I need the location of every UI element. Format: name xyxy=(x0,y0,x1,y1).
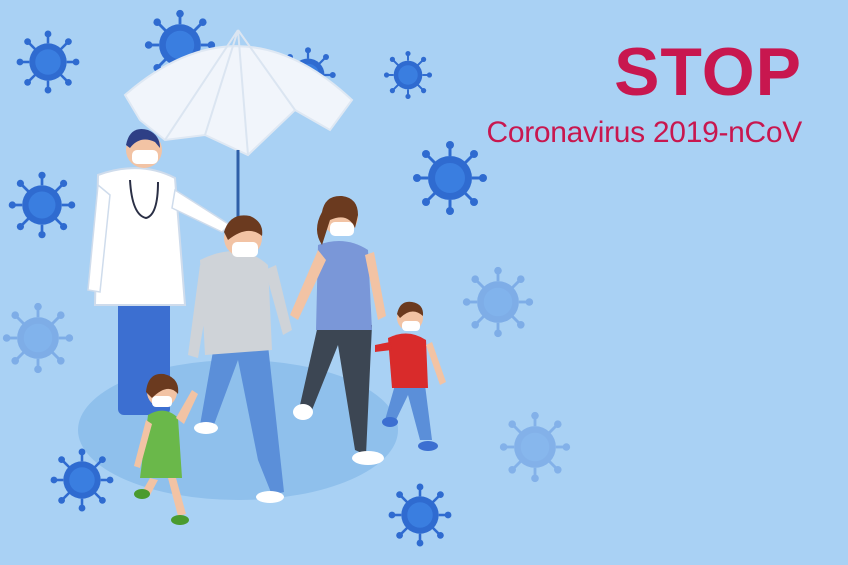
virus-icon xyxy=(411,139,489,217)
virus-icon xyxy=(387,482,453,548)
virus-icon xyxy=(7,170,77,240)
virus-icon xyxy=(49,447,115,513)
headline: STOP Coronavirus 2019-nCoV xyxy=(486,38,802,150)
virus-icon xyxy=(498,410,572,484)
virus-icon xyxy=(382,49,434,101)
virus-icon xyxy=(461,265,535,339)
virus-icon xyxy=(15,29,81,95)
headline-title: STOP xyxy=(614,34,802,110)
headline-subtitle: Coronavirus 2019-nCoV xyxy=(486,116,802,149)
virus-icon xyxy=(1,301,75,375)
illustration-scene: STOP Coronavirus 2019-nCoV xyxy=(0,0,848,565)
